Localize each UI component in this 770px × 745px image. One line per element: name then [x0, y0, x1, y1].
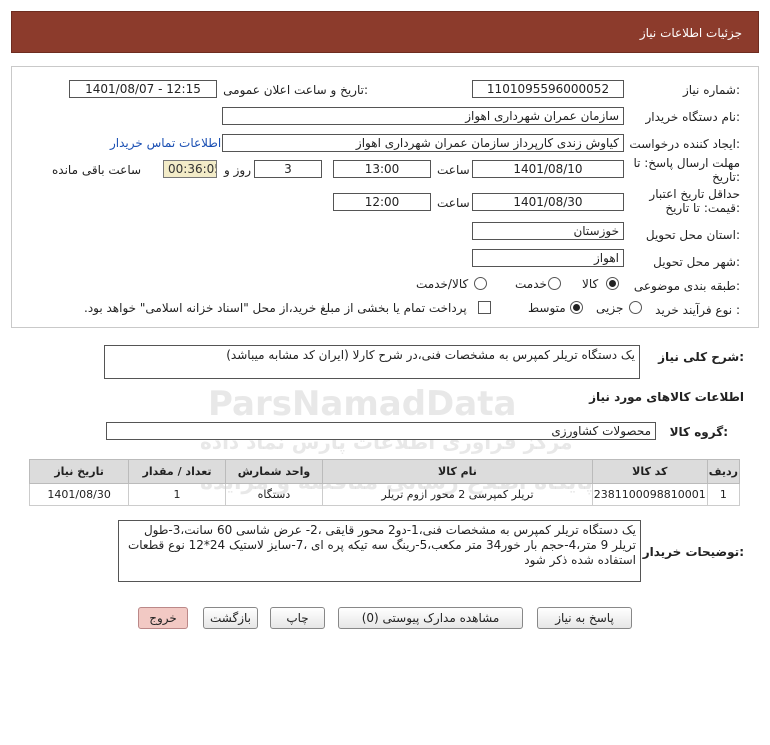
purchase-minor-label: جزیی: [596, 301, 624, 315]
col-row-header: ردیف: [706, 459, 741, 484]
buyer-notes-label: توضیحات خریدار:: [642, 545, 744, 559]
page-title: جزئیات اطلاعات نیاز: [639, 26, 742, 40]
reply-deadline-label-1: مهلت ارسال پاسخ: تا: [633, 156, 740, 170]
cell-qty: 1: [128, 483, 226, 506]
cell-unit: دستگاه: [224, 483, 324, 506]
summary-field: یک دستگاه تریلر کمپرس به مشخصات فنی،در ش…: [104, 345, 640, 379]
treasury-bonds-note: پرداخت تمام یا بخشی از مبلغ خرید،از محل …: [84, 301, 467, 315]
province-field: خوزستان: [472, 222, 624, 240]
buyer-notes-field: یک دستگاه تریلر کمپرس به مشخصات فنی،1-دو…: [118, 520, 641, 582]
items-table: ردیف کد کالا نام کالا واحد شمارش تعداد /…: [28, 459, 741, 506]
province-label: استان محل تحویل:: [645, 228, 740, 242]
reply-deadline-label-2: تاریخ:: [712, 170, 740, 184]
exit-button[interactable]: خروج: [138, 607, 188, 629]
cell-date: 1401/08/30: [28, 483, 130, 506]
cell-code: 2381100098810001: [591, 483, 708, 506]
purchase-type-label: نوع فرآیند خرید :: [655, 303, 740, 317]
reply-deadline-time-field: 13:00: [333, 160, 431, 178]
category-goods-service-radio[interactable]: [474, 277, 487, 290]
buyer-contact-link[interactable]: اطلاعات تماس خریدار: [110, 136, 221, 150]
goods-group-label: گروه کالا:: [669, 425, 728, 439]
requester-field: کیاوش زندی کارپرداز سازمان عمران شهرداری…: [222, 134, 624, 152]
reply-deadline-date-field: 1401/08/10: [472, 160, 624, 178]
col-name-header: نام کالا: [322, 459, 593, 484]
reply-days-label: روز و: [224, 163, 251, 177]
cell-name: تریلر کمپرسی 2 محور ازوم تریلر: [322, 483, 593, 506]
city-field: اهواز: [472, 249, 624, 267]
page-header: جزئیات اطلاعات نیاز: [11, 11, 759, 53]
price-validity-label-2: قیمت: تا تاریخ:: [665, 201, 740, 215]
purchase-medium-radio[interactable]: [570, 301, 583, 314]
goods-section-title: اطلاعات کالاهای مورد نیاز: [589, 390, 744, 404]
purchase-minor-radio[interactable]: [629, 301, 642, 314]
price-validity-time-label: ساعت: [437, 196, 470, 210]
col-unit-header: واحد شمارش: [224, 459, 324, 484]
col-qty-header: تعداد / مقدار: [128, 459, 226, 484]
reply-deadline-time-label: ساعت: [437, 163, 470, 177]
col-code-header: کد کالا: [591, 459, 708, 484]
buyer-org-field: سازمان عمران شهرداری اهواز: [222, 107, 624, 125]
need-number-field: 1101095596000052: [472, 80, 624, 98]
requester-label: ایجاد کننده درخواست:: [629, 137, 740, 151]
remaining-time-field: 00:36:05: [163, 160, 217, 178]
announce-datetime-field: 1401/08/07 - 12:15: [69, 80, 217, 98]
reply-days-field: 3: [254, 160, 322, 178]
view-attachments-button[interactable]: مشاهده مدارک پیوستی (0): [338, 607, 523, 629]
print-button[interactable]: چاپ: [270, 607, 325, 629]
buyer-org-label: نام دستگاه خریدار:: [645, 110, 741, 124]
table-row: 1 2381100098810001 تریلر کمپرسی 2 محور ا…: [28, 483, 741, 506]
reply-button[interactable]: پاسخ به نیاز: [537, 607, 632, 629]
category-goods-label: کالا: [582, 277, 599, 291]
cell-row: 1: [706, 483, 741, 506]
category-goods-radio[interactable]: [606, 277, 619, 290]
announce-datetime-label: تاریخ و ساعت اعلان عمومی:: [223, 83, 368, 97]
price-validity-date-field: 1401/08/30: [472, 193, 624, 211]
remaining-time-label: ساعت باقی مانده: [52, 163, 142, 177]
price-validity-label-1: حداقل تاریخ اعتبار: [649, 187, 740, 201]
treasury-bonds-checkbox[interactable]: [478, 301, 491, 314]
goods-group-field: محصولات کشاورزی: [106, 422, 656, 440]
items-table-header-row: ردیف کد کالا نام کالا واحد شمارش تعداد /…: [28, 459, 741, 484]
back-button[interactable]: بازگشت: [203, 607, 258, 629]
city-label: شهر محل تحویل:: [653, 255, 740, 269]
category-service-radio[interactable]: [548, 277, 561, 290]
purchase-medium-label: متوسط: [528, 301, 566, 315]
need-number-label: شماره نیاز:: [682, 83, 740, 97]
category-label: طبقه بندی موضوعی:: [633, 279, 740, 293]
col-date-header: تاریخ نیاز: [28, 459, 130, 484]
summary-label: شرح کلی نیاز:: [658, 350, 744, 364]
category-service-label: خدمت: [515, 277, 547, 291]
category-goods-service-label: کالا/خدمت: [416, 277, 469, 291]
watermark-brand: ParsNamadData: [208, 384, 517, 424]
price-validity-time-field: 12:00: [333, 193, 431, 211]
